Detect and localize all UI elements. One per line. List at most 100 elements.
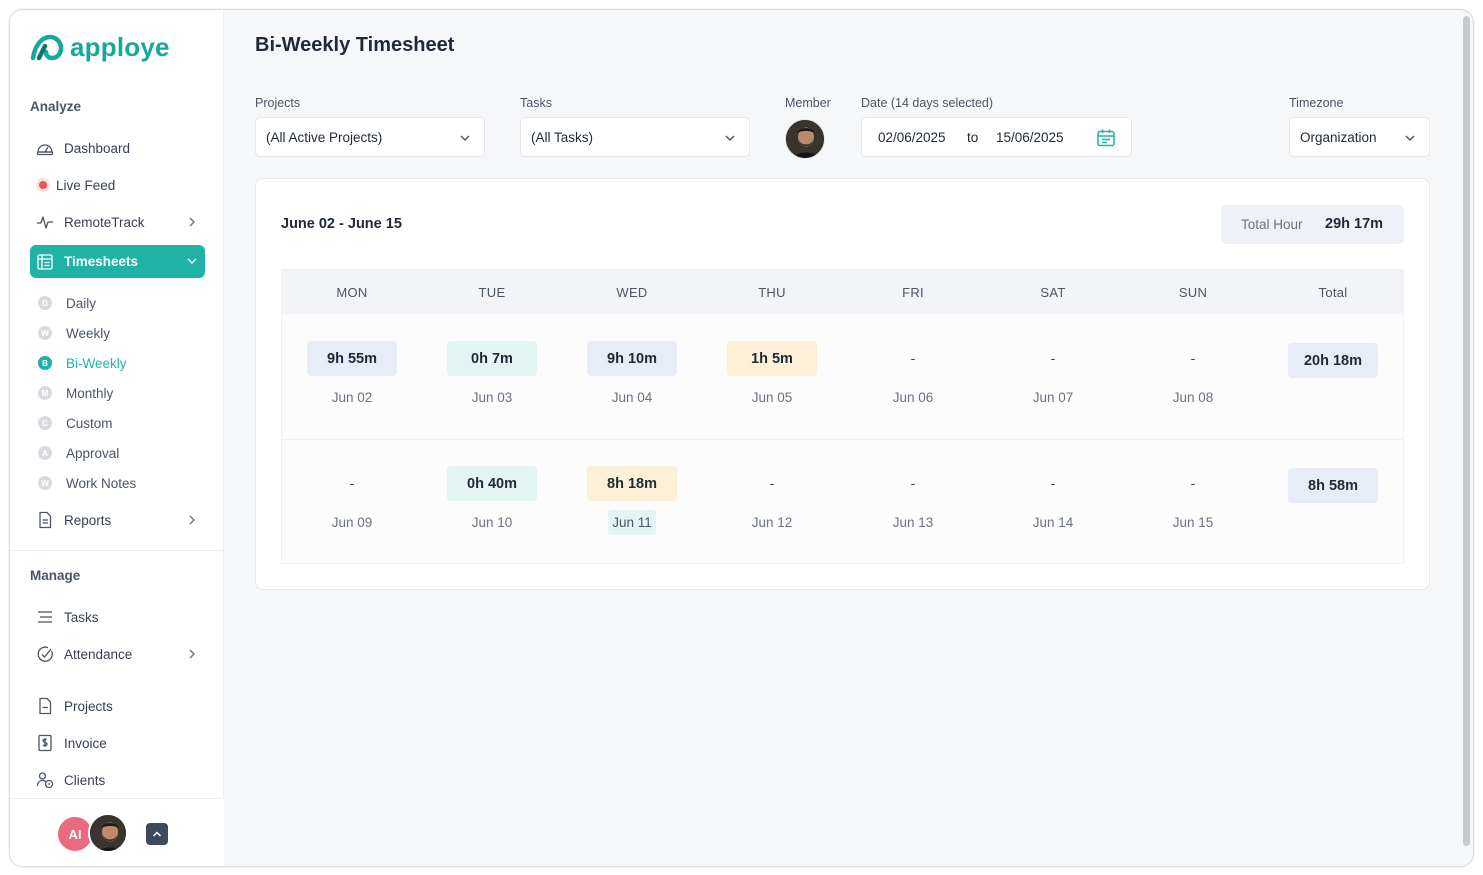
date-range-picker[interactable]: 02/06/2025 to 15/06/2025 [861,117,1132,157]
calendar-icon[interactable] [1096,128,1116,148]
hours-empty: - [1190,350,1196,366]
day-date: Jun 05 [751,390,793,405]
chevron-down-icon [725,135,735,141]
chevron-right-icon [189,217,195,227]
chevron-down-icon [187,258,197,264]
hours-empty: - [769,475,775,491]
sub-label: Daily [66,295,97,311]
day-cell[interactable]: - Jun 14 [983,440,1123,565]
nav-live-feed[interactable]: Live Feed [30,169,205,201]
nav-label: Tasks [64,609,99,625]
day-date: Jun 04 [611,390,653,405]
day-cell-today[interactable]: 8h 18m Jun 11 [562,440,702,565]
nav-label: Live Feed [56,177,116,193]
day-cell[interactable]: 1h 5m Jun 05 [702,314,842,439]
timezone-select-value: Organization [1300,129,1377,145]
hours-pill[interactable]: 0h 40m [447,466,537,501]
grid-header: MON TUE WED THU FRI SAT SUN Total [282,270,1403,314]
sub-item-monthly[interactable]: M Monthly [38,381,113,405]
collapse-up-button[interactable] [146,823,168,845]
bi-weekly-badge-icon: B [38,356,52,370]
date-from[interactable]: 02/06/2025 [878,130,946,145]
timesheet-grid: MON TUE WED THU FRI SAT SUN Total 9h 55m… [281,269,1404,564]
day-cell[interactable]: - Jun 06 [843,314,983,439]
nav-dashboard[interactable]: Dashboard [30,132,205,164]
week-row-2: - Jun 09 0h 40m Jun 10 8h 18m Jun 11 - J… [282,440,1403,565]
tasks-label: Tasks [520,96,552,110]
day-cell[interactable]: - Jun 07 [983,314,1123,439]
nav-remotetrack[interactable]: RemoteTrack [30,206,205,238]
nav-label: Invoice [64,735,107,751]
col-head-mon: MON [336,285,368,300]
app-logo[interactable]: apploye [30,32,170,62]
day-cell[interactable]: - Jun 12 [702,440,842,565]
sub-item-weekly[interactable]: W Weekly [38,321,110,345]
day-cell[interactable]: - Jun 13 [843,440,983,565]
sub-label: Weekly [66,325,111,341]
projects-select[interactable]: (All Active Projects) [255,117,485,157]
tasks-icon [36,608,54,626]
sub-label: Custom [66,415,113,431]
activity-icon [36,213,54,231]
day-cell[interactable]: 0h 40m Jun 10 [422,440,562,565]
day-cell[interactable]: 9h 10m Jun 04 [562,314,702,439]
nav-tasks[interactable]: Tasks [30,601,205,633]
hours-empty: - [1050,475,1056,491]
chevron-down-icon [1405,135,1415,141]
sub-label: Monthly [66,385,114,401]
sub-item-approval[interactable]: A Approval [38,441,119,465]
day-cell[interactable]: 0h 7m Jun 03 [422,314,562,439]
timesheet-icon [36,253,54,271]
week-total-cell: 20h 18m [1263,314,1403,439]
approval-badge-icon: A [38,446,52,460]
hours-pill[interactable]: 9h 55m [307,341,397,376]
member-select-avatar[interactable] [785,119,825,159]
total-hour-label: Total Hour [1241,217,1303,232]
tasks-select-value: (All Tasks) [531,129,594,145]
member-photo-icon [786,120,824,158]
total-hour-value: 29h 17m [1325,216,1384,232]
nav-invoice[interactable]: Invoice [30,727,205,759]
nav-timesheets[interactable]: Timesheets [30,245,205,278]
day-date: Jun 03 [471,390,513,405]
hours-empty: - [1050,350,1056,366]
day-date: Jun 09 [331,515,373,530]
nav-label: Attendance [64,646,133,662]
day-cell[interactable]: - Jun 09 [282,440,422,565]
user-avatar[interactable] [88,813,128,853]
vertical-scrollbar[interactable] [1463,16,1470,846]
sidebar: apploye Analyze Dashboard Live Feed Remo… [10,10,224,866]
sidebar-divider [10,550,224,551]
col-head-sat: SAT [1040,285,1066,300]
nav-projects[interactable]: Projects [30,690,205,722]
chevron-up-icon [152,831,162,837]
nav-attendance[interactable]: Attendance [30,638,205,670]
page-title: Bi-Weekly Timesheet [255,34,455,56]
timezone-select[interactable]: Organization [1289,117,1430,157]
day-cell[interactable]: 9h 55m Jun 02 [282,314,422,439]
nav-label: Reports [64,512,112,528]
nav-reports[interactable]: Reports [30,504,205,536]
sub-item-bi-weekly[interactable]: B Bi-Weekly [38,351,127,375]
chevron-right-icon [189,649,195,659]
sub-item-custom[interactable]: C Custom [38,411,113,435]
day-cell[interactable]: - Jun 15 [1123,440,1263,565]
hours-empty: - [349,475,355,491]
sub-item-daily[interactable]: D Daily [38,291,96,315]
hours-pill[interactable]: 1h 5m [727,341,817,376]
hours-pill[interactable]: 0h 7m [447,341,537,376]
sub-item-work-notes[interactable]: W Work Notes [38,471,136,495]
sidebar-footer: AI [10,798,224,866]
chevron-right-icon [189,515,195,525]
hours-pill[interactable]: 9h 10m [587,341,677,376]
app-window: apploye Analyze Dashboard Live Feed Remo… [9,9,1474,867]
projects-select-value: (All Active Projects) [266,129,383,145]
nav-clients[interactable]: Clients [30,764,205,796]
col-head-total: Total [1318,285,1348,300]
hours-empty: - [910,350,916,366]
hours-pill[interactable]: 8h 18m [587,466,677,501]
tasks-select[interactable]: (All Tasks) [520,117,750,157]
day-cell[interactable]: - Jun 08 [1123,314,1263,439]
date-to[interactable]: 15/06/2025 [996,130,1064,145]
week-total-cell: 8h 58m [1263,440,1403,565]
